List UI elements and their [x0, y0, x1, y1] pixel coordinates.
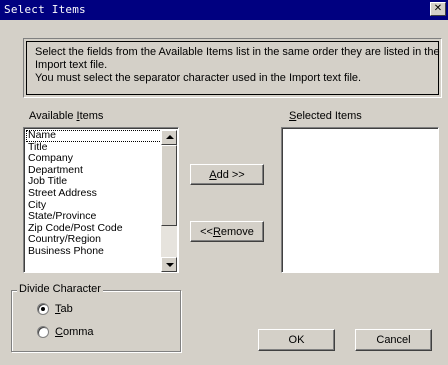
instructions-line-3: You must select the separator character … — [35, 72, 362, 84]
list-item[interactable]: Business Phone — [26, 245, 162, 258]
ok-button[interactable]: OK — [258, 329, 335, 351]
selected-items-label: Selected Items — [289, 110, 362, 122]
available-items-label: Available Items — [29, 110, 104, 122]
radio-comma[interactable]: Comma — [37, 326, 94, 338]
list-item[interactable]: Name — [26, 129, 162, 142]
list-item[interactable]: Street Address — [26, 187, 162, 200]
radio-comma-label: Comma — [55, 326, 94, 338]
instructions-line-1: Select the fields from the Available Ite… — [35, 46, 440, 58]
remove-button[interactable]: << Remove — [190, 221, 264, 242]
triangle-up-icon — [166, 135, 174, 139]
radio-selected-dot — [41, 307, 45, 311]
radio-comma-circle[interactable] — [37, 326, 49, 338]
available-items-scrollbar[interactable] — [161, 130, 177, 272]
select-items-dialog: Select Items ✕ Select the fields from th… — [0, 0, 448, 365]
scroll-up-button[interactable] — [161, 130, 177, 145]
available-items-list[interactable]: Name Title Company Department Job Title Stree… — [23, 127, 179, 273]
radio-tab-circle[interactable] — [37, 303, 49, 315]
selected-items-list[interactable] — [281, 127, 439, 273]
radio-tab-label: Tab — [55, 303, 73, 315]
cancel-button[interactable]: Cancel — [355, 329, 432, 351]
instructions-line-2: Import text file. — [35, 59, 108, 71]
instructions-panel: Select the fields from the Available Ite… — [23, 38, 442, 98]
divide-character-legend: Divide Character — [17, 283, 103, 295]
title-bar: Select Items ✕ — [0, 0, 448, 20]
close-icon: ✕ — [433, 3, 443, 14]
list-item[interactable]: State/Province — [26, 211, 162, 223]
radio-tab[interactable]: Tab — [37, 303, 73, 315]
add-button[interactable]: Add >> — [190, 164, 264, 185]
window-title: Select Items — [4, 3, 86, 16]
triangle-down-icon — [166, 263, 174, 267]
close-button[interactable]: ✕ — [430, 2, 446, 16]
scroll-thumb[interactable] — [161, 145, 177, 226]
divide-character-group — [11, 290, 181, 352]
scroll-down-button[interactable] — [161, 257, 177, 272]
